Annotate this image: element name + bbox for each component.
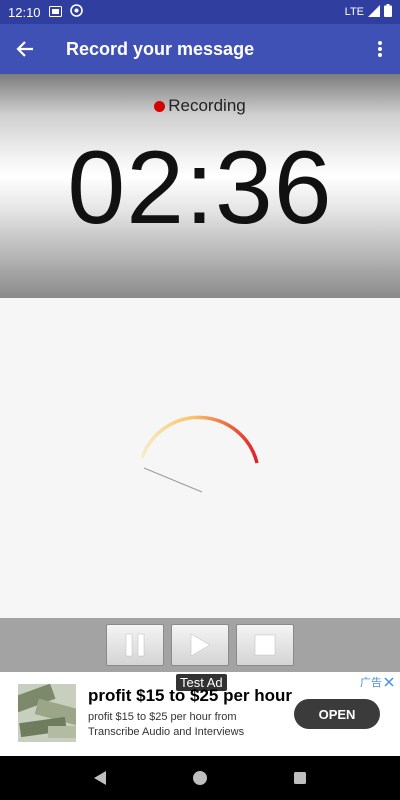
timer-panel: Recording 02:36: [0, 74, 400, 298]
recording-label: Recording: [168, 96, 246, 115]
page-title: Record your message: [66, 38, 255, 59]
ad-choices-label: 广告: [360, 677, 382, 689]
controls-bar: [0, 618, 400, 672]
visualizer-area: [0, 298, 400, 618]
overflow-menu-icon[interactable]: [360, 24, 400, 74]
at-sign-icon: [69, 4, 83, 20]
battery-icon: [384, 4, 392, 20]
nav-back-icon[interactable]: [92, 770, 108, 786]
recording-status: Recording: [0, 96, 400, 116]
gauge-needle: [143, 467, 203, 493]
stop-button[interactable]: [236, 624, 294, 666]
ad-open-button[interactable]: OPEN: [294, 699, 380, 729]
pause-button[interactable]: [106, 624, 164, 666]
status-bar: 12:10 LTE: [0, 0, 400, 24]
ad-body: profit $15 to $25 per hour from Transcri…: [88, 711, 245, 738]
signal-icon: [368, 4, 380, 20]
play-button[interactable]: [171, 624, 229, 666]
play-icon: [190, 633, 211, 657]
elapsed-timer: 02:36: [67, 130, 333, 246]
ad-image[interactable]: [18, 684, 76, 742]
nav-recents-icon[interactable]: [292, 770, 308, 786]
back-arrow-icon[interactable]: [0, 24, 50, 74]
sim-card-icon: [48, 5, 62, 20]
status-time: 12:10: [8, 4, 41, 20]
level-gauge: [140, 415, 259, 493]
money-image-icon: [18, 684, 76, 742]
ad-banner[interactable]: Test Ad 广告 profit $15 to $25 per hour pr…: [0, 672, 400, 756]
system-nav-bar: [0, 756, 400, 800]
close-icon[interactable]: [384, 677, 394, 687]
pause-icon: [125, 633, 145, 657]
network-type: LTE: [344, 6, 364, 18]
recording-dot-icon: [154, 100, 166, 112]
ad-choices[interactable]: 广告: [360, 674, 394, 690]
nav-home-icon[interactable]: [192, 770, 208, 786]
app-bar: Record your message: [0, 24, 400, 74]
ad-headline[interactable]: profit $15 to $25 per hour: [88, 686, 292, 706]
stop-icon: [254, 634, 276, 656]
